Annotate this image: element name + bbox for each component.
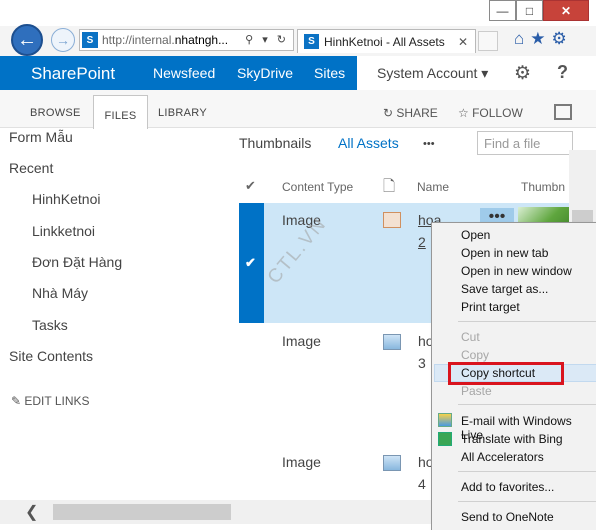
tab-title: HinhKetnoi - All Assets: [324, 34, 445, 49]
menu-item-send-onenote[interactable]: Send to OneNote: [461, 510, 554, 524]
tab-files[interactable]: FILES: [93, 95, 148, 129]
close-window-button[interactable]: ✕: [543, 0, 589, 21]
document-type-icon: 🗋: [383, 178, 396, 195]
minimize-button[interactable]: —: [489, 0, 516, 21]
menu-separator: [458, 501, 596, 502]
windows-live-mail-icon: [438, 413, 452, 427]
sharepoint-brand[interactable]: SharePoint: [31, 64, 115, 84]
menu-separator: [458, 471, 596, 472]
account-menu[interactable]: System Account ▾: [377, 65, 488, 82]
menu-item-translate-bing[interactable]: Translate with Bing: [461, 432, 563, 446]
view-all-assets[interactable]: All Assets: [338, 135, 399, 151]
menu-separator: [458, 404, 596, 405]
row2-content-type: Image: [282, 333, 321, 349]
row1-name-sub[interactable]: 2: [418, 234, 426, 250]
header-name[interactable]: Name: [417, 180, 449, 194]
find-a-file-input[interactable]: Find a file: [477, 131, 573, 155]
tab-sharepoint-icon: S: [304, 34, 319, 49]
address-bar[interactable]: S http://internal. nhatngh... ⚲ ▾ ↻: [79, 29, 294, 51]
nav-item-nha-may[interactable]: Nhà Máy: [32, 285, 88, 301]
menu-item-open-new-window[interactable]: Open in new window: [461, 264, 572, 278]
menu-item-copy: Copy: [461, 348, 490, 362]
follow-button[interactable]: ☆ FOLLOW: [458, 106, 523, 120]
nav-newsfeed[interactable]: Newsfeed: [153, 65, 215, 81]
row2-name-sub[interactable]: 3: [418, 355, 426, 371]
nav-form-mau[interactable]: Form Mẫu: [9, 129, 73, 145]
gear-icon[interactable]: ⚙: [514, 62, 531, 85]
menu-item-paste: Paste: [461, 384, 492, 398]
image-file-icon: [383, 455, 401, 471]
sharepoint-favicon-icon: S: [82, 32, 98, 48]
back-arrow-icon[interactable]: ←: [11, 24, 43, 56]
help-icon[interactable]: ?: [557, 62, 568, 83]
suite-right-area: System Account ▾ ⚙ ?: [357, 56, 596, 90]
star-icon: ☆: [458, 106, 473, 120]
follow-label: FOLLOW: [472, 106, 523, 120]
address-url-host: nhatngh...: [174, 33, 229, 47]
focus-on-content-icon[interactable]: [554, 104, 572, 120]
horizontal-scrollbar[interactable]: ❮: [0, 500, 432, 524]
menu-item-all-accelerators[interactable]: All Accelerators: [461, 450, 544, 464]
nav-item-tasks[interactable]: Tasks: [32, 317, 68, 333]
menu-item-add-favorites[interactable]: Add to favorites...: [461, 480, 554, 494]
menu-item-save-target[interactable]: Save target as...: [461, 282, 548, 296]
share-label: SHARE: [396, 106, 438, 120]
select-all-checkmark-icon[interactable]: ✔: [245, 178, 256, 194]
nav-sites[interactable]: Sites: [314, 65, 345, 81]
pencil-icon: ✎: [11, 394, 25, 408]
horizontal-scroll-thumb[interactable]: [53, 504, 231, 520]
bing-translate-icon: [438, 432, 452, 446]
forward-arrow-icon[interactable]: →: [51, 28, 75, 52]
nav-site-contents[interactable]: Site Contents: [9, 348, 93, 364]
menu-item-print-target[interactable]: Print target: [461, 300, 520, 314]
maximize-button[interactable]: □: [516, 0, 543, 21]
menu-separator: [458, 321, 596, 322]
row3-name-sub[interactable]: 4: [418, 476, 426, 492]
edit-links-button[interactable]: ✎ EDIT LINKS: [11, 394, 90, 408]
tab-files-label: FILES: [104, 110, 137, 122]
browser-tab[interactable]: S HinhKetnoi - All Assets ✕: [297, 29, 476, 53]
menu-item-cut: Cut: [461, 330, 480, 344]
tab-close-icon[interactable]: ✕: [458, 35, 468, 49]
header-thumbnail[interactable]: Thumbn: [521, 180, 565, 194]
row-check-icon: ✔: [245, 255, 256, 270]
header-content-type[interactable]: Content Type: [282, 180, 353, 194]
annotation-highlight-box: [448, 362, 564, 385]
edit-links-label: EDIT LINKS: [24, 394, 90, 408]
share-icon: ↻: [383, 106, 397, 120]
view-thumbnails[interactable]: Thumbnails: [239, 135, 311, 151]
browser-toolbar-icons[interactable]: ⌂★⚙: [514, 29, 573, 49]
menu-item-open[interactable]: Open: [461, 228, 490, 242]
share-button[interactable]: ↻ SHARE: [383, 106, 438, 120]
nav-item-don-dat-hang[interactable]: Đơn Đặt Hàng: [32, 254, 122, 270]
more-views-icon[interactable]: •••: [423, 138, 435, 150]
nav-recent-heading[interactable]: Recent: [9, 160, 53, 176]
scroll-left-arrow-icon[interactable]: ❮: [25, 502, 38, 522]
tab-browse[interactable]: BROWSE: [30, 107, 81, 119]
image-file-icon: [383, 334, 401, 350]
nav-item-hinhketnoi[interactable]: HinhKetnoi: [32, 191, 101, 207]
tab-library[interactable]: LIBRARY: [158, 107, 207, 119]
new-tab-button[interactable]: [478, 31, 498, 51]
nav-item-linkketnoi[interactable]: Linkketnoi: [32, 223, 95, 239]
menu-item-open-new-tab[interactable]: Open in new tab: [461, 246, 548, 260]
address-bar-icons[interactable]: ⚲ ▾ ↻: [245, 33, 289, 46]
nav-skydrive[interactable]: SkyDrive: [237, 65, 293, 81]
row3-content-type: Image: [282, 454, 321, 470]
image-file-icon: [383, 212, 401, 228]
address-url-prefix: http://internal.: [102, 33, 175, 47]
